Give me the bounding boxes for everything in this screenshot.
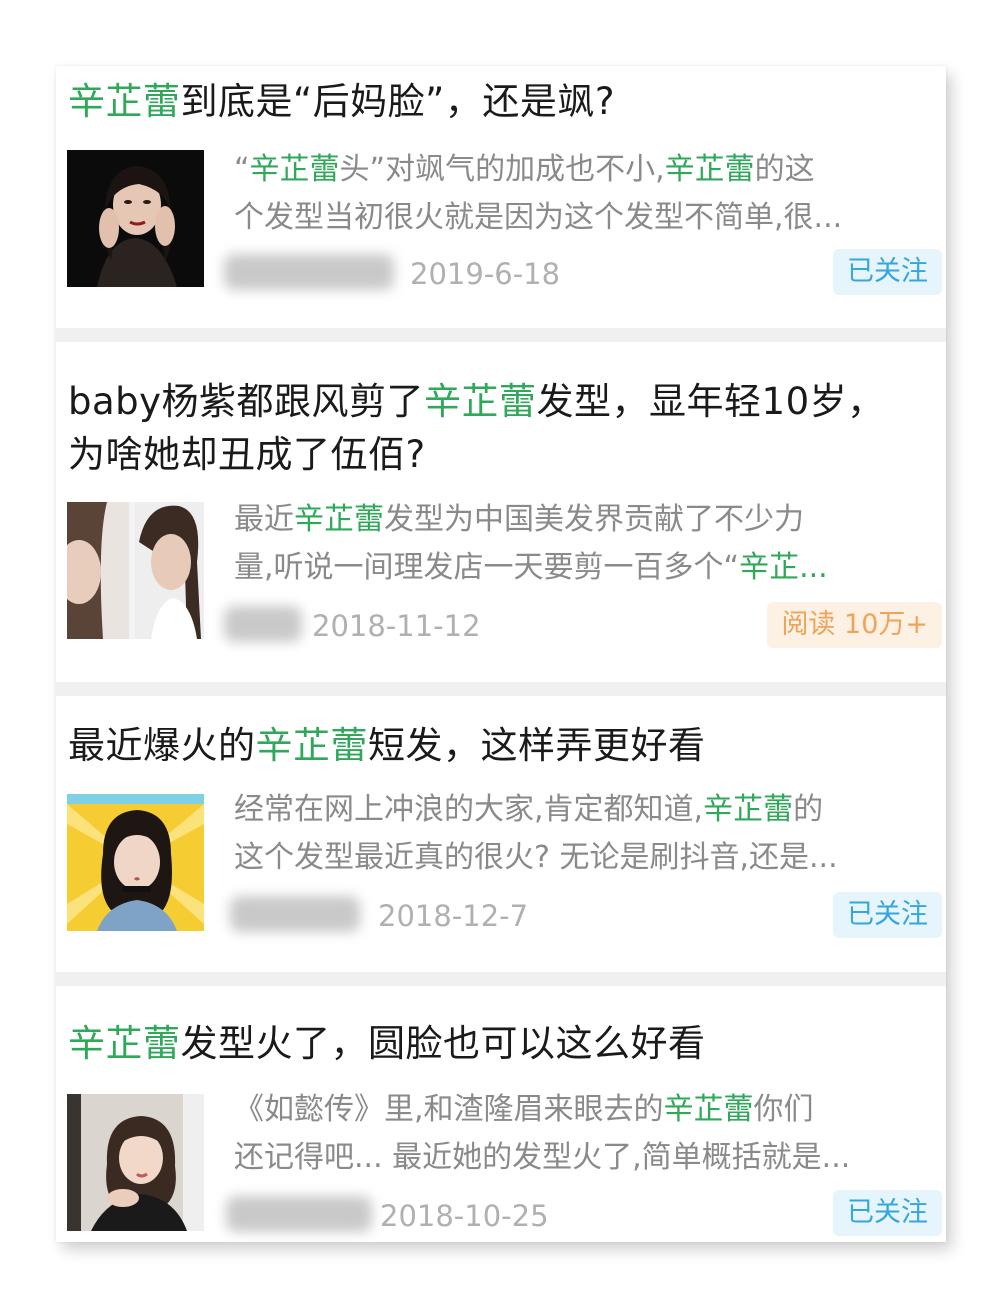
article-excerpt: “辛芷蕾头”对飒气的加成也不小,辛芷蕾的这 个发型当初很火就是因为这个发型不简单… (234, 146, 940, 242)
article-date: 2018-12-7 (378, 899, 529, 933)
follow-badge[interactable]: 已关注 (833, 1190, 942, 1236)
portrait-photo-icon (67, 150, 204, 287)
text-segment: 的 (793, 792, 824, 827)
blurred-author-name (224, 254, 394, 290)
read-count-badge: 阅读 10万+ (767, 602, 942, 648)
article-list: 辛芷蕾到底是“后妈脸”，还是飒? “辛芷蕾头”对飒气的加成也不小,辛芷蕾的这 个… (56, 66, 946, 1242)
text-segment: 还记得吧... 最近她的发型火了,简单概括就是... (234, 1140, 851, 1175)
selfie-photo-icon (67, 1094, 204, 1231)
article-thumbnail[interactable] (67, 150, 204, 287)
text-segment: 量,听说一间理发店一天要剪一百多个“ (234, 550, 740, 585)
text-segment: “ (234, 152, 250, 187)
article-excerpt: 最近辛芷蕾发型为中国美发界贡献了不少力 量,听说一间理发店一天要剪一百多个“辛芷… (234, 496, 940, 592)
article-excerpt: 经常在网上冲浪的大家,肯定都知道,辛芷蕾的 这个发型最近真的很火? 无论是刷抖音… (234, 786, 940, 882)
text-segment: 发型为中国美发界贡献了不少力 (384, 502, 804, 537)
keyword-highlight: 辛芷蕾 (255, 724, 368, 767)
article-card[interactable]: baby杨紫都跟风剪了辛芷蕾发型，显年轻10岁， 为啥她却丑成了伍佰? 最近辛芷… (56, 342, 946, 682)
text-segment: 发型，显年轻10岁， (536, 380, 885, 423)
keyword-highlight: 辛芷... (739, 550, 828, 585)
follow-badge[interactable]: 已关注 (833, 892, 942, 938)
keyword-highlight: 辛芷蕾 (663, 1092, 754, 1127)
text-segment: 《如懿传》里,和渣隆眉来眼去的 (234, 1092, 664, 1127)
text-segment: 头”对飒气的加成也不小, (339, 152, 665, 187)
text-segment: 短发，这样弄更好看 (368, 724, 706, 767)
blurred-author-name (224, 606, 302, 642)
keyword-highlight: 辛芷蕾 (703, 792, 794, 827)
article-thumbnail[interactable] (67, 502, 204, 639)
keyword-highlight: 辛芷蕾 (68, 80, 181, 123)
article-date: 2018-10-25 (380, 1199, 549, 1233)
blurred-author-name (226, 1196, 372, 1232)
text-segment: 的这 (754, 152, 815, 187)
blurred-author-name (230, 896, 360, 932)
keyword-highlight: 辛芷蕾 (68, 1022, 181, 1065)
two-portraits-photo-icon (67, 502, 204, 639)
text-segment: 到底是“后妈脸”，还是飒? (180, 80, 615, 123)
keyword-highlight: 辛芷蕾 (664, 152, 755, 187)
text-segment: 为啥她却丑成了伍佰? (68, 433, 426, 476)
text-segment: 这个发型最近真的很火? 无论是刷抖音,还是... (234, 840, 838, 875)
text-segment: 你们 (753, 1092, 814, 1127)
poster-photo-icon (67, 794, 204, 931)
keyword-highlight: 辛芷蕾 (424, 380, 537, 423)
article-title[interactable]: 辛芷蕾到底是“后妈脸”，还是飒? (68, 76, 926, 128)
article-card[interactable]: 最近爆火的辛芷蕾短发，这样弄更好看 经常在网上冲浪的大家,肯定都知道,辛芷蕾的 … (56, 696, 946, 972)
article-thumbnail[interactable] (67, 1094, 204, 1231)
text-segment: 个发型当初很火就是因为这个发型不简单,很... (234, 200, 843, 235)
text-segment: 发型火了，圆脸也可以这么好看 (180, 1022, 706, 1065)
article-title[interactable]: 最近爆火的辛芷蕾短发，这样弄更好看 (68, 720, 926, 772)
article-excerpt: 《如懿传》里,和渣隆眉来眼去的辛芷蕾你们 还记得吧... 最近她的发型火了,简单… (234, 1086, 940, 1182)
text-segment: 经常在网上冲浪的大家,肯定都知道, (234, 792, 704, 827)
article-title[interactable]: 辛芷蕾发型火了，圆脸也可以这么好看 (68, 1018, 926, 1070)
text-segment: 最近爆火的 (68, 724, 256, 767)
keyword-highlight: 辛芷蕾 (294, 502, 384, 537)
article-card[interactable]: 辛芷蕾到底是“后妈脸”，还是飒? “辛芷蕾头”对飒气的加成也不小,辛芷蕾的这 个… (56, 66, 946, 328)
keyword-highlight: 辛芷蕾 (249, 152, 340, 187)
article-card[interactable]: 辛芷蕾发型火了，圆脸也可以这么好看 《如懿传》里,和渣隆眉来眼去的辛芷蕾你们 还… (56, 986, 946, 1242)
follow-badge[interactable]: 已关注 (833, 249, 942, 295)
article-title[interactable]: baby杨紫都跟风剪了辛芷蕾发型，显年轻10岁， (68, 376, 926, 428)
text-segment: 最近 (234, 502, 294, 537)
text-segment: baby杨紫都跟风剪了 (68, 380, 425, 423)
article-thumbnail[interactable] (67, 794, 204, 931)
article-date: 2018-11-12 (312, 609, 481, 643)
article-date: 2019-6-18 (410, 257, 561, 291)
article-title-line2[interactable]: 为啥她却丑成了伍佰? (68, 429, 926, 481)
